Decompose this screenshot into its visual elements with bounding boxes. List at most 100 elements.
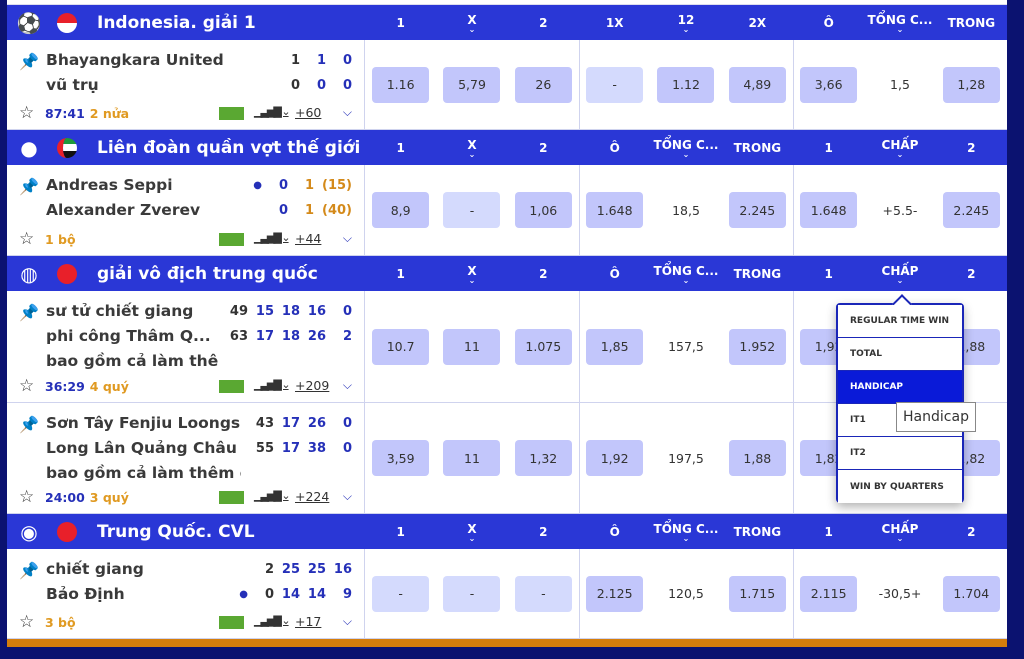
team-name[interactable]: bao gồm cả làm thêm g <box>46 461 241 486</box>
column-header[interactable]: CHẤP ⌄ <box>864 130 935 165</box>
odds-cell[interactable]: - <box>372 575 430 612</box>
stats-icon[interactable]: ▁▃▅▇ ⌄ <box>254 489 291 502</box>
chevron-down-icon[interactable]: ⌄ <box>469 534 476 542</box>
odds-cell[interactable]: 3,59 <box>372 440 430 476</box>
team-name[interactable]: Long Lân Quảng Châu <box>46 436 241 461</box>
odds-cell[interactable]: 8,9 <box>372 192 430 228</box>
dropdown-item[interactable]: REGULAR TIME WIN <box>838 305 962 338</box>
team-name[interactable]: Bhayangkara United <box>46 48 241 73</box>
more-markets-link[interactable]: +44 <box>295 231 321 246</box>
odds-cell[interactable]: 1,85 <box>586 328 644 365</box>
odds-cell[interactable]: 1.648 <box>586 192 644 228</box>
chevron-down-icon[interactable]: ⌵ <box>343 614 352 629</box>
odds-cell[interactable]: 2.245 <box>728 192 786 228</box>
chevron-down-icon[interactable]: ⌄ <box>897 150 904 158</box>
odds-cell[interactable]: 10.7 <box>372 328 430 365</box>
odds-cell[interactable]: 1.952 <box>728 328 786 365</box>
field-icon[interactable] <box>219 616 244 629</box>
column-header[interactable]: TỔNG C... ⌄ <box>650 514 721 549</box>
chevron-down-icon[interactable]: ⌄ <box>469 150 476 158</box>
match-row[interactable]: 📌 chiết giang Bảo Định 2 25 25 16 ● 0 14 14 9 ☆ 3 bộ ▁… <box>7 549 1007 639</box>
team-name[interactable]: Alexander Zverev <box>46 198 241 223</box>
pin-icon[interactable]: 📌 <box>19 561 39 580</box>
odds-cell[interactable]: - <box>443 575 501 612</box>
league-name[interactable]: giải vô địch trung quốc <box>97 264 367 284</box>
chevron-down-icon[interactable]: ⌄ <box>683 25 690 33</box>
column-header[interactable]: TỔNG C... ⌄ <box>650 256 721 291</box>
league-name[interactable]: Liên đoàn quần vợt thế giới <box>97 138 367 158</box>
team-name[interactable]: phi công Thâm Q... <box>46 324 241 349</box>
chevron-down-icon[interactable]: ⌄ <box>897 276 904 284</box>
match-row[interactable]: 📌 Andreas Seppi Alexander Zverev ● 0 1 (15) 0 1 (… <box>7 165 1007 256</box>
chevron-down-icon[interactable]: ⌄ <box>683 150 690 158</box>
column-header[interactable]: X ⌄ <box>436 514 507 549</box>
star-icon[interactable]: ☆ <box>19 229 45 249</box>
more-markets-link[interactable]: +209 <box>295 378 329 393</box>
pin-icon[interactable]: 📌 <box>19 52 39 71</box>
field-icon[interactable] <box>219 380 244 393</box>
star-icon[interactable]: ☆ <box>19 376 45 396</box>
odds-cell[interactable]: 1.16 <box>372 66 430 103</box>
chevron-down-icon[interactable]: ⌵ <box>343 231 352 246</box>
odds-cell[interactable]: 1.075 <box>514 328 572 365</box>
odds-cell[interactable]: 11 <box>443 328 501 365</box>
odds-cell[interactable]: 1,88 <box>728 440 786 476</box>
odds-cell[interactable]: 1.648 <box>800 192 858 228</box>
chevron-down-icon[interactable]: ⌄ <box>683 534 690 542</box>
chevron-down-icon[interactable]: ⌄ <box>897 534 904 542</box>
more-markets-link[interactable]: +60 <box>295 105 321 120</box>
team-name[interactable]: bao gồm cả làm thê <box>46 349 241 374</box>
chevron-down-icon[interactable]: ⌵ <box>343 489 352 504</box>
field-icon[interactable] <box>219 491 244 504</box>
column-header[interactable]: 12 ⌄ <box>650 5 721 40</box>
dropdown-item[interactable]: HANDICAP <box>838 371 962 404</box>
stats-icon[interactable]: ▁▃▅▇ ⌄ <box>254 231 291 244</box>
star-icon[interactable]: ☆ <box>19 103 45 123</box>
odds-cell[interactable]: 26 <box>514 66 572 103</box>
odds-cell[interactable]: 1.704 <box>942 575 1000 612</box>
odds-cell[interactable]: - <box>586 66 644 103</box>
dropdown-item[interactable]: IT2 <box>838 437 962 470</box>
column-header[interactable]: CHẤP ⌄ <box>864 514 935 549</box>
odds-cell[interactable]: 2.115 <box>800 575 858 612</box>
chevron-down-icon[interactable]: ⌄ <box>897 25 904 33</box>
pin-icon[interactable]: 📌 <box>19 415 39 434</box>
stats-icon[interactable]: ▁▃▅▇ ⌄ <box>254 378 291 391</box>
odds-cell[interactable]: 1.715 <box>728 575 786 612</box>
odds-cell[interactable]: 1,92 <box>586 440 644 476</box>
column-header[interactable]: CHẤP ⌄ <box>864 256 935 291</box>
league-header[interactable]: ● Liên đoàn quần vợt thế giới 1 X ⌄ 2 Ô TỔNG C.… <box>7 130 1007 165</box>
stats-icon[interactable]: ▁▃▅▇ ⌄ <box>254 105 291 118</box>
pin-icon[interactable]: 📌 <box>19 177 39 196</box>
chevron-down-icon[interactable]: ⌵ <box>343 105 352 120</box>
field-icon[interactable] <box>219 107 244 120</box>
team-name[interactable]: Bảo Định <box>46 582 241 607</box>
field-icon[interactable] <box>219 233 244 246</box>
league-header[interactable]: ◉ Trung Quốc. CVL 1 X ⌄ 2 Ô TỔNG C... ⌄ TRONG 1 CHẤ… <box>7 514 1007 549</box>
odds-cell[interactable]: 4,89 <box>728 66 786 103</box>
chevron-down-icon[interactable]: ⌵ <box>343 378 352 393</box>
odds-cell[interactable]: - <box>443 192 501 228</box>
odds-cell[interactable]: 2.245 <box>942 192 1000 228</box>
odds-cell[interactable]: 1.12 <box>657 66 715 103</box>
match-row[interactable]: 📌 Bhayangkara United vũ trụ 1 1 0 0 0 0 ☆ 87:41 2 n… <box>7 40 1007 130</box>
star-icon[interactable]: ☆ <box>19 612 45 632</box>
column-header[interactable]: TỔNG C... ⌄ <box>864 5 935 40</box>
chevron-down-icon[interactable]: ⌄ <box>469 25 476 33</box>
stats-icon[interactable]: ▁▃▅▇ ⌄ <box>254 614 291 627</box>
team-name[interactable]: Andreas Seppi <box>46 173 241 198</box>
star-icon[interactable]: ☆ <box>19 487 45 507</box>
column-header[interactable]: TỔNG C... ⌄ <box>650 130 721 165</box>
odds-cell[interactable]: 5,79 <box>443 66 501 103</box>
odds-cell[interactable]: 3,66 <box>800 66 858 103</box>
league-header[interactable]: ⚽ Indonesia. giải 1 1 X ⌄ 2 1X 12 ⌄ 2X Ô TỔNG C... ⌄… <box>7 5 1007 40</box>
team-name[interactable]: chiết giang <box>46 557 241 582</box>
team-name[interactable]: sư tử chiết giang <box>46 299 241 324</box>
more-markets-link[interactable]: +17 <box>295 614 321 629</box>
odds-cell[interactable]: 11 <box>443 440 501 476</box>
column-header[interactable]: X ⌄ <box>436 130 507 165</box>
pin-icon[interactable]: 📌 <box>19 303 39 322</box>
column-header[interactable]: X ⌄ <box>436 256 507 291</box>
column-header[interactable]: X ⌄ <box>436 5 507 40</box>
league-name[interactable]: Trung Quốc. CVL <box>97 522 367 542</box>
